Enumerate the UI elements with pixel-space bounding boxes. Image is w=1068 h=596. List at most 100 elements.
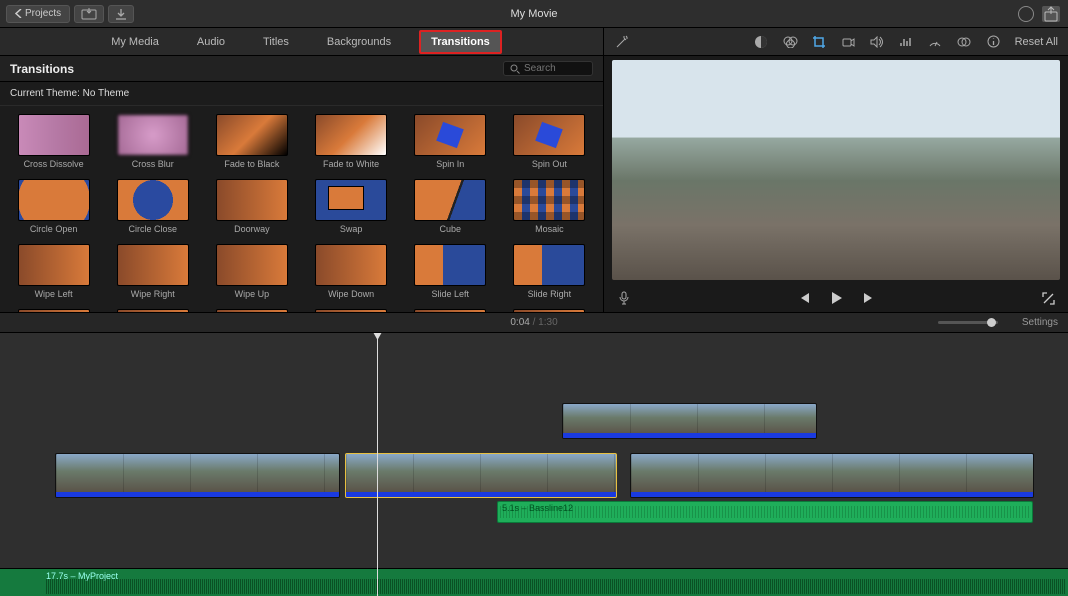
transition-thumbnail bbox=[315, 114, 387, 156]
transition-wipe-left[interactable]: Wipe Left bbox=[10, 244, 97, 299]
project-title: My Movie bbox=[510, 8, 557, 20]
activity-button[interactable] bbox=[1018, 6, 1034, 22]
transition-thumbnail bbox=[513, 179, 585, 221]
preview-viewer[interactable] bbox=[612, 60, 1060, 280]
transitions-grid: Cross Dissolve Cross Blur Fade to Black Fad… bbox=[0, 106, 603, 312]
prev-frame-button[interactable] bbox=[796, 291, 811, 306]
timeline[interactable]: 5.1s – Bassline12 17.7s – MyProject bbox=[0, 333, 1068, 596]
noise-reduction-icon[interactable] bbox=[899, 34, 914, 49]
transition-wipe-down[interactable]: Wipe Down bbox=[307, 244, 394, 299]
transition-thumbnail bbox=[315, 244, 387, 286]
transition-thumbnail bbox=[18, 244, 90, 286]
color-balance-icon[interactable] bbox=[754, 34, 769, 49]
transition-thumbnail bbox=[414, 114, 486, 156]
import-download-button[interactable] bbox=[108, 5, 134, 23]
transition-circle-open[interactable]: Circle Open bbox=[10, 179, 97, 234]
transition-label: Fade to White bbox=[323, 159, 379, 169]
transition-mosaic[interactable]: Mosaic bbox=[506, 179, 593, 234]
transitions-section-title: Transitions bbox=[10, 62, 74, 76]
transition-label: Spin Out bbox=[532, 159, 567, 169]
transition-thumbnail bbox=[513, 114, 585, 156]
transition-thumbnail bbox=[216, 114, 288, 156]
tab-audio[interactable]: Audio bbox=[187, 32, 235, 52]
transition-label: Slide Left bbox=[431, 289, 469, 299]
transition-label: Wipe Right bbox=[131, 289, 175, 299]
volume-icon[interactable] bbox=[870, 34, 885, 49]
transition-wipe-right[interactable]: Wipe Right bbox=[109, 244, 196, 299]
transition-thumbnail bbox=[315, 179, 387, 221]
transition-thumbnail bbox=[216, 244, 288, 286]
tab-backgrounds[interactable]: Backgrounds bbox=[317, 32, 401, 52]
transition-thumbnail bbox=[513, 244, 585, 286]
play-button[interactable] bbox=[829, 291, 844, 306]
next-frame-button[interactable] bbox=[862, 291, 877, 306]
transition-slide-left[interactable]: Slide Left bbox=[407, 244, 494, 299]
projects-label: Projects bbox=[25, 8, 61, 19]
timeline-clip-selected[interactable] bbox=[345, 453, 617, 498]
transition-wipe-up[interactable]: Wipe Up bbox=[208, 244, 295, 299]
transition-label: Doorway bbox=[234, 224, 270, 234]
transition-label: Slide Right bbox=[528, 289, 572, 299]
transition-doorway[interactable]: Doorway bbox=[208, 179, 295, 234]
import-media-button[interactable] bbox=[74, 5, 104, 23]
transition-swap[interactable]: Swap bbox=[307, 179, 394, 234]
transition-label: Mosaic bbox=[535, 224, 564, 234]
transition-thumbnail bbox=[117, 179, 189, 221]
timeline-clip[interactable] bbox=[55, 453, 340, 498]
transition-thumbnail bbox=[414, 244, 486, 286]
transition-thumbnail bbox=[216, 179, 288, 221]
transition-fade-to-black[interactable]: Fade to Black bbox=[208, 114, 295, 169]
transition-label: Wipe Up bbox=[235, 289, 270, 299]
transition-label: Circle Open bbox=[30, 224, 78, 234]
tab-my-media[interactable]: My Media bbox=[101, 32, 169, 52]
search-box[interactable] bbox=[503, 61, 593, 76]
search-input[interactable] bbox=[524, 63, 584, 74]
stabilization-icon[interactable] bbox=[841, 34, 856, 49]
playhead-time: 0:04 / 1:30 bbox=[510, 317, 557, 328]
transition-label: Spin In bbox=[436, 159, 464, 169]
search-icon bbox=[510, 64, 520, 74]
info-icon[interactable] bbox=[986, 34, 1001, 49]
tab-titles[interactable]: Titles bbox=[253, 32, 299, 52]
transition-label: Swap bbox=[340, 224, 363, 234]
current-theme-label: Current Theme: No Theme bbox=[0, 82, 603, 106]
transition-cross-dissolve[interactable]: Cross Dissolve bbox=[10, 114, 97, 169]
reset-all-button[interactable]: Reset All bbox=[1015, 36, 1058, 48]
back-to-projects-button[interactable]: Projects bbox=[6, 5, 70, 23]
transition-thumbnail bbox=[18, 114, 90, 156]
timeline-project-audio[interactable]: 17.7s – MyProject bbox=[0, 568, 1068, 596]
timeline-clip-overlay[interactable] bbox=[562, 403, 817, 439]
transition-spin-out[interactable]: Spin Out bbox=[506, 114, 593, 169]
playhead[interactable] bbox=[377, 333, 378, 596]
transition-label: Wipe Down bbox=[328, 289, 374, 299]
tab-transitions[interactable]: Transitions bbox=[419, 30, 502, 54]
timeline-clip[interactable] bbox=[630, 453, 1034, 498]
clip-filter-icon[interactable] bbox=[957, 34, 972, 49]
fullscreen-button[interactable] bbox=[1041, 291, 1056, 306]
transition-slide-right[interactable]: Slide Right bbox=[506, 244, 593, 299]
transition-thumbnail bbox=[18, 179, 90, 221]
share-button[interactable] bbox=[1042, 6, 1060, 22]
transition-thumbnail bbox=[414, 179, 486, 221]
timeline-settings-button[interactable]: Settings bbox=[1022, 317, 1058, 328]
color-correction-icon[interactable] bbox=[783, 34, 798, 49]
transition-label: Cube bbox=[439, 224, 461, 234]
transition-label: Wipe Left bbox=[35, 289, 73, 299]
transition-thumbnail bbox=[117, 114, 189, 156]
transition-label: Cross Blur bbox=[132, 159, 174, 169]
browser-tabs: My Media Audio Titles Backgrounds Transition… bbox=[0, 28, 603, 56]
transition-circle-close[interactable]: Circle Close bbox=[109, 179, 196, 234]
transition-label: Circle Close bbox=[128, 224, 177, 234]
crop-icon[interactable] bbox=[812, 34, 827, 49]
transition-label: Cross Dissolve bbox=[24, 159, 84, 169]
transition-fade-to-white[interactable]: Fade to White bbox=[307, 114, 394, 169]
transition-cube[interactable]: Cube bbox=[407, 179, 494, 234]
timeline-zoom-slider[interactable] bbox=[938, 321, 998, 324]
transition-spin-in[interactable]: Spin In bbox=[407, 114, 494, 169]
timeline-audio-clip[interactable]: 5.1s – Bassline12 bbox=[497, 501, 1033, 523]
enhance-wand-icon[interactable] bbox=[614, 34, 629, 49]
transition-label: Fade to Black bbox=[224, 159, 279, 169]
transition-cross-blur[interactable]: Cross Blur bbox=[109, 114, 196, 169]
speed-icon[interactable] bbox=[928, 34, 943, 49]
voiceover-mic-icon[interactable] bbox=[616, 291, 631, 306]
